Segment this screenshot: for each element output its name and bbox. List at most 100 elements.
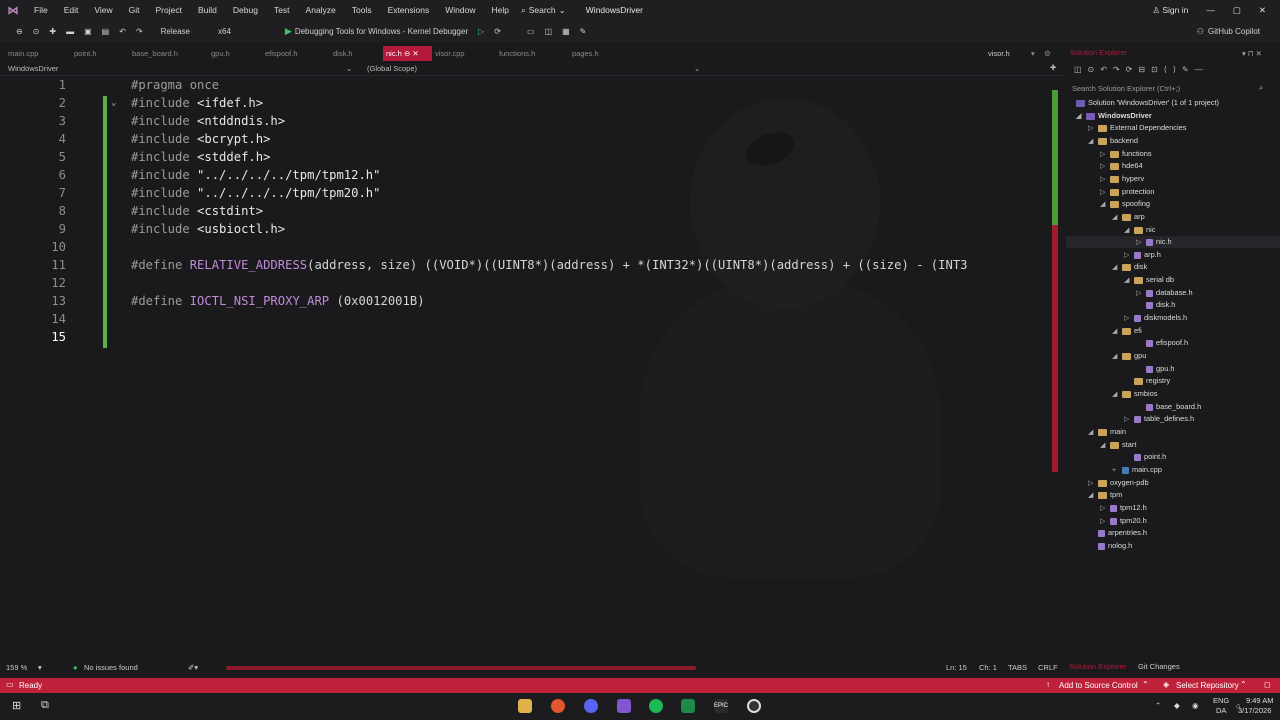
select-repository-button[interactable]: Select Repository: [1176, 681, 1239, 690]
tree-item[interactable]: ▷ diskmodels.h: [1124, 312, 1187, 324]
line-ending-indicator[interactable]: CRLF: [1038, 663, 1058, 672]
tree-item[interactable]: arpentries.h: [1088, 527, 1147, 539]
tree-item[interactable]: registry: [1124, 375, 1170, 387]
comment-icon[interactable]: ▦: [557, 27, 575, 36]
tree-item[interactable]: ▷ External Dependencies: [1088, 122, 1186, 134]
menu-debug[interactable]: Debug: [225, 5, 266, 15]
file-explorer-icon[interactable]: [518, 699, 532, 713]
menu-test[interactable]: Test: [266, 5, 298, 15]
tree-item[interactable]: ▷ oxygen-pdb: [1088, 477, 1149, 489]
tree-item[interactable]: ◢ WindowsDriver: [1076, 110, 1152, 122]
tab-base-board-h[interactable]: base_board.h: [129, 46, 181, 61]
expand-icon[interactable]: ◢: [1112, 351, 1122, 363]
tree-item[interactable]: ◢ gpu: [1112, 350, 1146, 362]
menu-extensions[interactable]: Extensions: [380, 5, 438, 15]
expand-icon[interactable]: ◢: [1112, 262, 1122, 274]
excel-icon[interactable]: [681, 699, 695, 713]
tree-item[interactable]: ▷ table_defines.h: [1124, 413, 1194, 425]
tree-item[interactable]: ▷ database.h: [1136, 287, 1193, 299]
keyboard-layout-indicator[interactable]: DA: [1216, 706, 1226, 715]
undo-icon[interactable]: ↶: [114, 27, 131, 36]
tab-efispoof-h[interactable]: efispoof.h: [262, 46, 301, 61]
tree-item[interactable]: ▷ functions: [1100, 148, 1152, 160]
project-dropdown[interactable]: WindowsDriver: [8, 64, 58, 73]
collapse-icon[interactable]: ▷: [1136, 237, 1146, 249]
hot-reload-icon[interactable]: ⟳: [489, 27, 506, 36]
solution-explorer-toolbar[interactable]: ◫⊙↶↷⟳⊟⊡⟨⟩✎—: [1074, 65, 1209, 74]
horizontal-scrollbar[interactable]: [226, 666, 696, 670]
clock-date[interactable]: 3/17/2026: [1238, 706, 1271, 715]
tree-item[interactable]: ◢ backend: [1088, 135, 1138, 147]
menu-help[interactable]: Help: [483, 5, 516, 15]
tab-functions-h[interactable]: functions.h: [496, 46, 538, 61]
tree-item[interactable]: ▷ tpm12.h: [1100, 502, 1147, 514]
project-dropdown-chevron-icon[interactable]: ⌄: [346, 64, 352, 73]
line-indicator[interactable]: Ln: 15: [946, 663, 967, 672]
tree-item[interactable]: nolog.h: [1088, 540, 1132, 552]
github-copilot-button[interactable]: ⚇ GitHub Copilot: [1197, 20, 1260, 42]
menu-view[interactable]: View: [86, 5, 120, 15]
tree-item[interactable]: ◢ main: [1088, 426, 1126, 438]
back-icon[interactable]: ⊖: [0, 27, 28, 36]
tree-item[interactable]: efispoof.h: [1136, 337, 1188, 349]
menu-window[interactable]: Window: [437, 5, 483, 15]
tray-app-icon[interactable]: ◆: [1174, 701, 1180, 710]
minimize-button[interactable]: —: [1206, 5, 1215, 15]
spotify-icon[interactable]: [649, 699, 663, 713]
tree-item[interactable]: ◢ arp: [1112, 211, 1145, 223]
expand-icon[interactable]: ◢: [1088, 136, 1098, 148]
zoom-chevron-icon[interactable]: ▾: [38, 663, 42, 672]
close-window-button[interactable]: ✕: [1259, 5, 1266, 16]
tree-item[interactable]: ◢ serial db: [1124, 274, 1174, 286]
steam-icon[interactable]: [747, 699, 761, 713]
task-view-icon[interactable]: ⧉: [41, 699, 49, 712]
platform-dropdown[interactable]: x64: [213, 27, 236, 36]
collapse-icon[interactable]: ▷: [1088, 123, 1098, 135]
solution-search-input[interactable]: Search Solution Explorer (Ctrl+;): [1072, 84, 1272, 93]
save-all-icon[interactable]: ▤: [97, 27, 115, 36]
tree-item[interactable]: ◢ smbios: [1112, 388, 1157, 400]
menu-project[interactable]: Project: [148, 5, 190, 15]
tree-item[interactable]: ▷ hyperv: [1100, 173, 1144, 185]
tab-gpu-h[interactable]: gpu.h: [208, 46, 233, 61]
tree-item[interactable]: ◢ efi: [1112, 325, 1142, 337]
tab-disk-h[interactable]: disk.h: [330, 46, 356, 61]
expand-icon[interactable]: ◢: [1124, 275, 1134, 287]
epic-games-icon[interactable]: EPIC: [714, 699, 728, 713]
split-pane-icon[interactable]: ✚: [1050, 63, 1056, 72]
menu-tools[interactable]: Tools: [344, 5, 380, 15]
expand-icon[interactable]: ◢: [1076, 111, 1086, 123]
tree-solution-root[interactable]: Solution 'WindowsDriver' (1 of 1 project…: [1076, 97, 1219, 109]
collapse-icon[interactable]: ▷: [1100, 503, 1110, 515]
panel-options-icon[interactable]: ▾ ⊓ ✕: [1242, 49, 1262, 58]
brush-icon[interactable]: ✐▾: [188, 663, 198, 672]
format-icon[interactable]: ✎: [575, 27, 592, 36]
menu-git[interactable]: Git: [121, 5, 148, 15]
scope-dropdown[interactable]: (Global Scope): [367, 64, 417, 73]
code-editor[interactable]: ⌄ 1 #pragma once 2 #include <ifdef.h> 3 …: [0, 78, 1062, 658]
tree-item[interactable]: gpu.h: [1136, 363, 1175, 375]
tree-item[interactable]: ▷ arp.h: [1124, 249, 1161, 261]
tree-item-selected[interactable]: ▷ nic.h: [1066, 236, 1280, 248]
tree-item[interactable]: ◢ nic: [1124, 224, 1155, 236]
notification-bell-icon[interactable]: ◻: [1264, 680, 1271, 689]
indent-indicator[interactable]: TABS: [1008, 663, 1027, 672]
tab-solution-explorer[interactable]: Solution Explorer: [1069, 662, 1126, 671]
save-icon[interactable]: ▣: [79, 27, 97, 36]
visual-studio-icon[interactable]: [617, 699, 631, 713]
tree-item[interactable]: ◢ tpm: [1088, 489, 1122, 501]
issues-status[interactable]: No issues found: [84, 663, 138, 672]
search-menu[interactable]: ⌕ Search ⌄: [521, 5, 566, 16]
expand-icon[interactable]: ◢: [1112, 212, 1122, 224]
discord-icon[interactable]: [584, 699, 598, 713]
menu-build[interactable]: Build: [190, 5, 225, 15]
tray-app-icon[interactable]: ◉: [1192, 701, 1199, 710]
fold-chevron-icon[interactable]: ⌄: [111, 98, 116, 108]
menu-analyze[interactable]: Analyze: [298, 5, 344, 15]
menu-file[interactable]: File: [26, 5, 56, 15]
forward-icon[interactable]: ⊙: [28, 27, 45, 36]
maximize-button[interactable]: ▢: [1233, 5, 1241, 16]
tab-git-changes[interactable]: Git Changes: [1138, 662, 1180, 671]
expand-icon[interactable]: ◢: [1112, 389, 1122, 401]
tray-chevron-icon[interactable]: ⌃: [1155, 701, 1161, 710]
